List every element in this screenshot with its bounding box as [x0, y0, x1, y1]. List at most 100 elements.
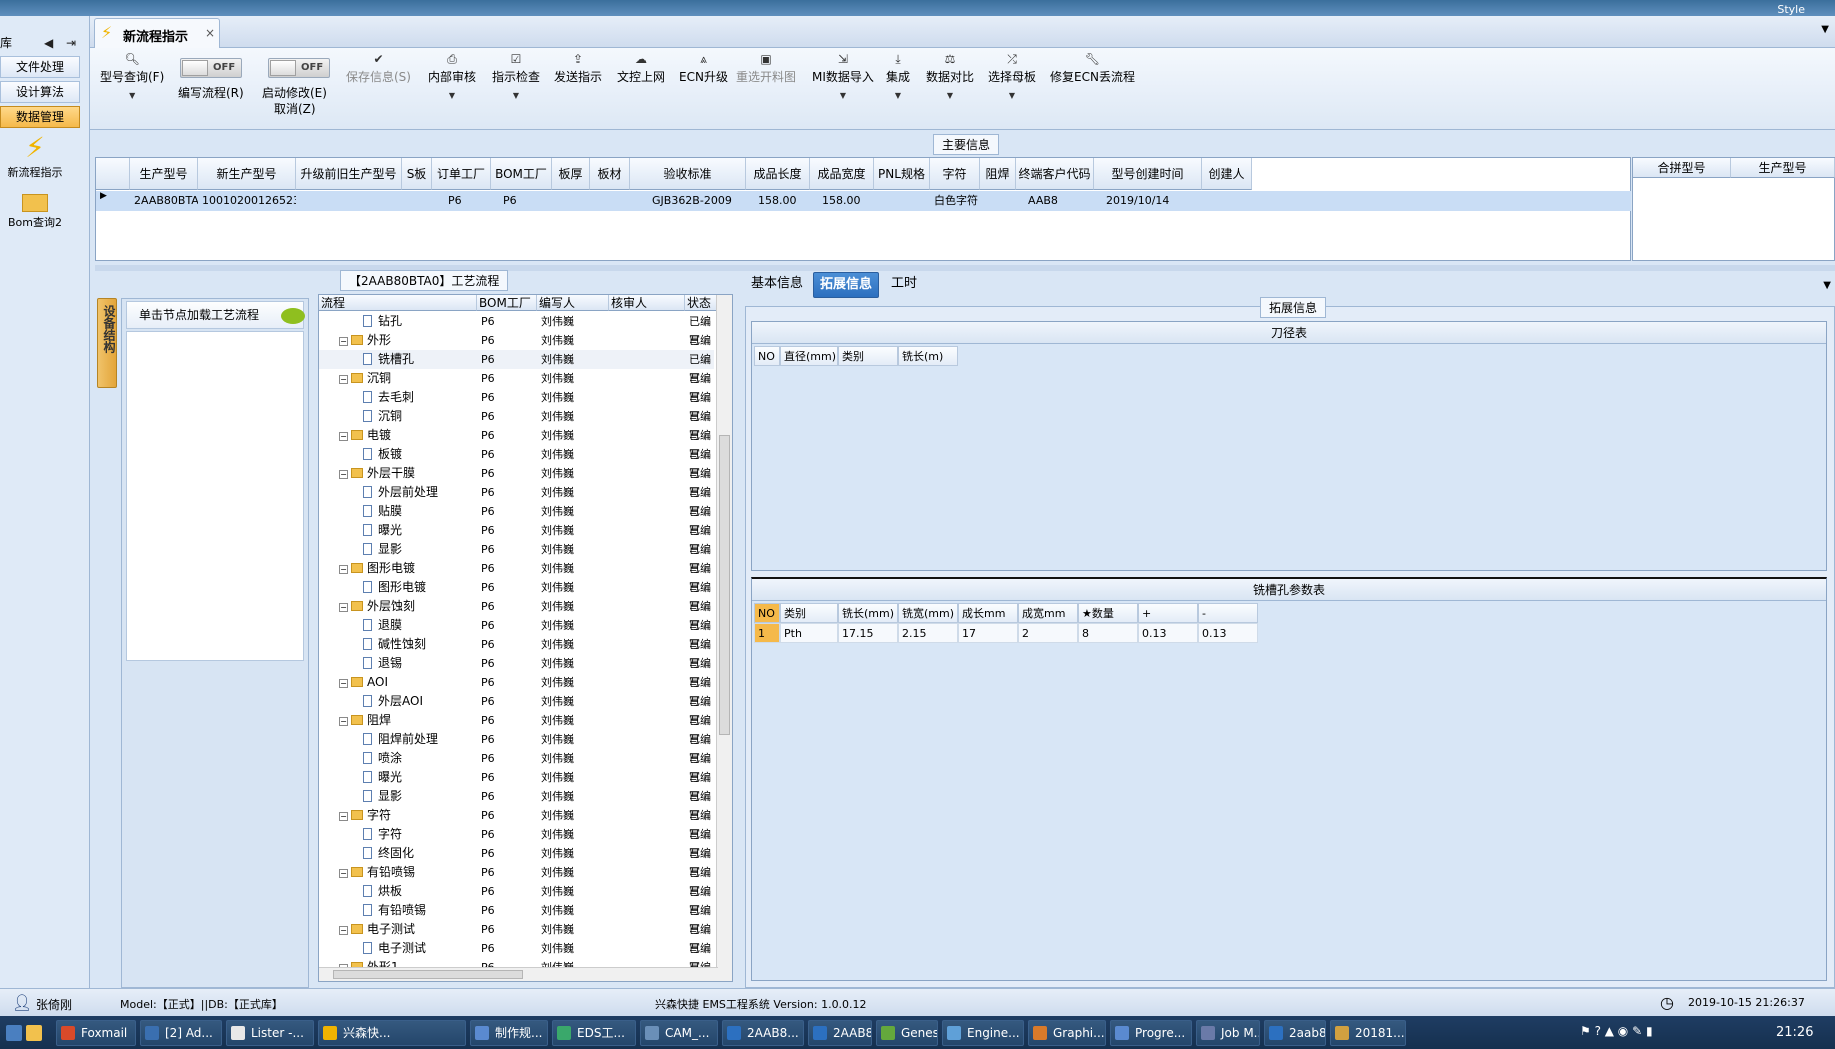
tab-equipment-structure[interactable]: 设备结构	[97, 298, 117, 388]
tree-row[interactable]: − 外层干膜 P6 刘伟巍 已编写	[319, 464, 714, 499]
reselect-cutting-button[interactable]: ▣ 重选开料图	[736, 52, 796, 85]
taskbar-item[interactable]: Lister -...	[226, 1020, 314, 1046]
taskbar-item[interactable]: 20181...	[1330, 1020, 1406, 1046]
tree-row[interactable]: 铣槽孔 P6 刘伟巍 已编写	[319, 350, 714, 385]
style-menu[interactable]: Style	[1777, 3, 1805, 16]
taskbar-item[interactable]: Job M...	[1196, 1020, 1260, 1046]
taskbar-item[interactable]: [2] Ad...	[140, 1020, 222, 1046]
desktop-icon[interactable]	[6, 1025, 22, 1041]
tab-work-hours[interactable]: 工时	[885, 272, 923, 298]
column-header[interactable]: +	[1138, 603, 1198, 623]
collapse-icon[interactable]: −	[339, 565, 348, 574]
taskbar-item[interactable]: Progre...	[1110, 1020, 1192, 1046]
taskbar-item[interactable]: EDS工...	[552, 1020, 636, 1046]
chevron-down-icon[interactable]: ▼	[1823, 280, 1831, 291]
tree-row[interactable]: − 有铅喷锡 P6 刘伟巍 已编写	[319, 863, 714, 898]
column-header[interactable]: 升级前旧生产型号	[296, 158, 402, 190]
ecn-upgrade-button[interactable]: ⩓ ECN升级	[679, 52, 728, 85]
taskbar-item[interactable]: 2AAB8...	[808, 1020, 872, 1046]
chevron-down-icon[interactable]: ▼	[1821, 24, 1829, 35]
column-header[interactable]: PNL规格	[874, 158, 930, 190]
tab-basic-info[interactable]: 基本信息	[745, 272, 809, 298]
column-header[interactable]: 成品宽度	[810, 158, 874, 190]
column-header[interactable]: 铣长(mm)	[838, 603, 898, 623]
tree-row[interactable]: 去毛刺 P6 刘伟巍 已编写	[319, 388, 714, 423]
start-modify-toggle[interactable]: OFF	[268, 58, 330, 78]
tab-new-flow[interactable]: ⚡ 新流程指示 ×	[94, 18, 220, 48]
taskbar-item[interactable]: CAM_...	[640, 1020, 718, 1046]
tree-row[interactable]: 喷涂 P6 刘伟巍 已编写	[319, 749, 714, 784]
tree-row[interactable]: − AOI P6 刘伟巍 已编写	[319, 673, 714, 708]
column-header[interactable]: NO	[754, 603, 780, 623]
tree-row[interactable]: 烘板 P6 刘伟巍 已编写	[319, 882, 714, 917]
column-header[interactable]: 创建人	[1202, 158, 1252, 190]
nav-bom-query[interactable]: Bom查询2	[0, 190, 70, 246]
tree-row[interactable]: − 电镀 P6 刘伟巍 已编写	[319, 426, 714, 461]
column-header[interactable]: 字符	[930, 158, 980, 190]
upload-online-button[interactable]: ☁ 文控上网	[617, 52, 665, 85]
column-header[interactable]: NO	[754, 346, 780, 366]
collapse-icon[interactable]: −	[339, 603, 348, 612]
tree-row[interactable]: 钻孔 P6 刘伟巍 已编写	[319, 312, 714, 347]
nav-new-flow[interactable]: ⚡ 新流程指示	[0, 132, 70, 192]
taskbar-item[interactable]: Foxmail	[56, 1020, 136, 1046]
column-header[interactable]: 核审人	[609, 295, 685, 311]
tree-row[interactable]: 板镀 P6 刘伟巍 已编写	[319, 445, 714, 480]
column-header[interactable]: 板厚	[552, 158, 590, 190]
collapse-icon[interactable]: −	[339, 337, 348, 346]
taskbar-item[interactable]: 2AAB8...	[722, 1020, 804, 1046]
save-info-button[interactable]: ✔ 保存信息(S)	[346, 52, 411, 85]
close-icon[interactable]: ×	[205, 26, 215, 40]
fix-ecn-flow-button[interactable]: 🔧︎ 修复ECN丢流程	[1050, 52, 1135, 85]
tree-row[interactable]: − 图形电镀 P6 刘伟巍 已编写	[319, 559, 714, 594]
taskbar-item[interactable]: Graphi...	[1028, 1020, 1106, 1046]
scroll-thumb[interactable]	[333, 970, 523, 979]
column-header[interactable]: 验收标准	[630, 158, 746, 190]
tab-extended-info[interactable]: 拓展信息	[813, 272, 880, 298]
tree-row[interactable]: − 沉铜 P6 刘伟巍 已编写	[319, 369, 714, 404]
cancel-button[interactable]: 取消(Z)	[274, 100, 316, 117]
internal-review-button[interactable]: ⎙ 内部审核 ▼	[428, 52, 476, 100]
column-header[interactable]: 成长mm	[958, 603, 1018, 623]
column-header[interactable]: -	[1198, 603, 1258, 623]
tree-row[interactable]: 电子测试P6刘伟巍已编写	[319, 939, 714, 974]
column-header[interactable]: 订单工厂	[432, 158, 491, 190]
folder-icon[interactable]	[26, 1025, 42, 1041]
tree-row[interactable]: − 阻焊 P6 刘伟巍 已编写	[319, 711, 714, 746]
exit-icon[interactable]: ⇥	[66, 36, 76, 50]
collapse-icon[interactable]: −	[339, 470, 348, 479]
column-header[interactable]: 阻焊	[980, 158, 1016, 190]
column-header[interactable]: 类别	[780, 603, 838, 623]
column-header[interactable]: 型号创建时间	[1094, 158, 1202, 190]
collapse-icon[interactable]: −	[339, 717, 348, 726]
column-header[interactable]: 新生产型号	[198, 158, 296, 190]
tree-row[interactable]: 阻焊前处理 P6 刘伟巍 已编写	[319, 730, 714, 765]
model-query-button[interactable]: 🔍︎ 型号查询(F) ▼	[100, 52, 164, 100]
tree-row[interactable]: 碱性蚀刻 P6 刘伟巍 已编写	[319, 635, 714, 670]
taskbar-item[interactable]: 制作规...	[470, 1020, 548, 1046]
collapse-icon[interactable]: −	[339, 432, 348, 441]
column-header[interactable]: 铣长(m)	[898, 346, 958, 366]
tree-row[interactable]: − 电子测试 P6 刘伟巍 已编写	[319, 920, 714, 955]
vertical-scrollbar[interactable]	[716, 295, 732, 981]
column-header[interactable]: 生产型号	[130, 158, 198, 190]
data-management-button[interactable]: 数据管理	[0, 106, 80, 128]
tree-row[interactable]: 沉铜 P6 刘伟巍 已编写	[319, 407, 714, 442]
tree-row[interactable]: 外层AOI P6 刘伟巍 已编写	[319, 692, 714, 727]
column-header[interactable]: BOM工厂	[491, 158, 552, 190]
write-flow-toggle[interactable]: OFF	[180, 58, 242, 78]
collapse-icon[interactable]: −	[339, 926, 348, 935]
file-processing-button[interactable]: 文件处理	[0, 56, 80, 78]
taskbar-item[interactable]: Genesis	[876, 1020, 938, 1046]
tree-row[interactable]: 显影 P6 刘伟巍 已编写	[319, 540, 714, 575]
column-header[interactable]: 生产型号	[1731, 158, 1835, 178]
column-header[interactable]: ★数量	[1078, 603, 1138, 623]
taskbar-item[interactable]: 2aab8...	[1264, 1020, 1326, 1046]
scroll-thumb[interactable]	[719, 435, 730, 735]
column-header[interactable]: 编写人	[537, 295, 609, 311]
column-header[interactable]: 成品长度	[746, 158, 810, 190]
collapse-icon[interactable]: −	[339, 869, 348, 878]
tree-row[interactable]: − 字符 P6 刘伟巍 已编写	[319, 806, 714, 841]
column-header[interactable]: 板材	[590, 158, 630, 190]
taskbar-item[interactable]: Engine...	[942, 1020, 1024, 1046]
